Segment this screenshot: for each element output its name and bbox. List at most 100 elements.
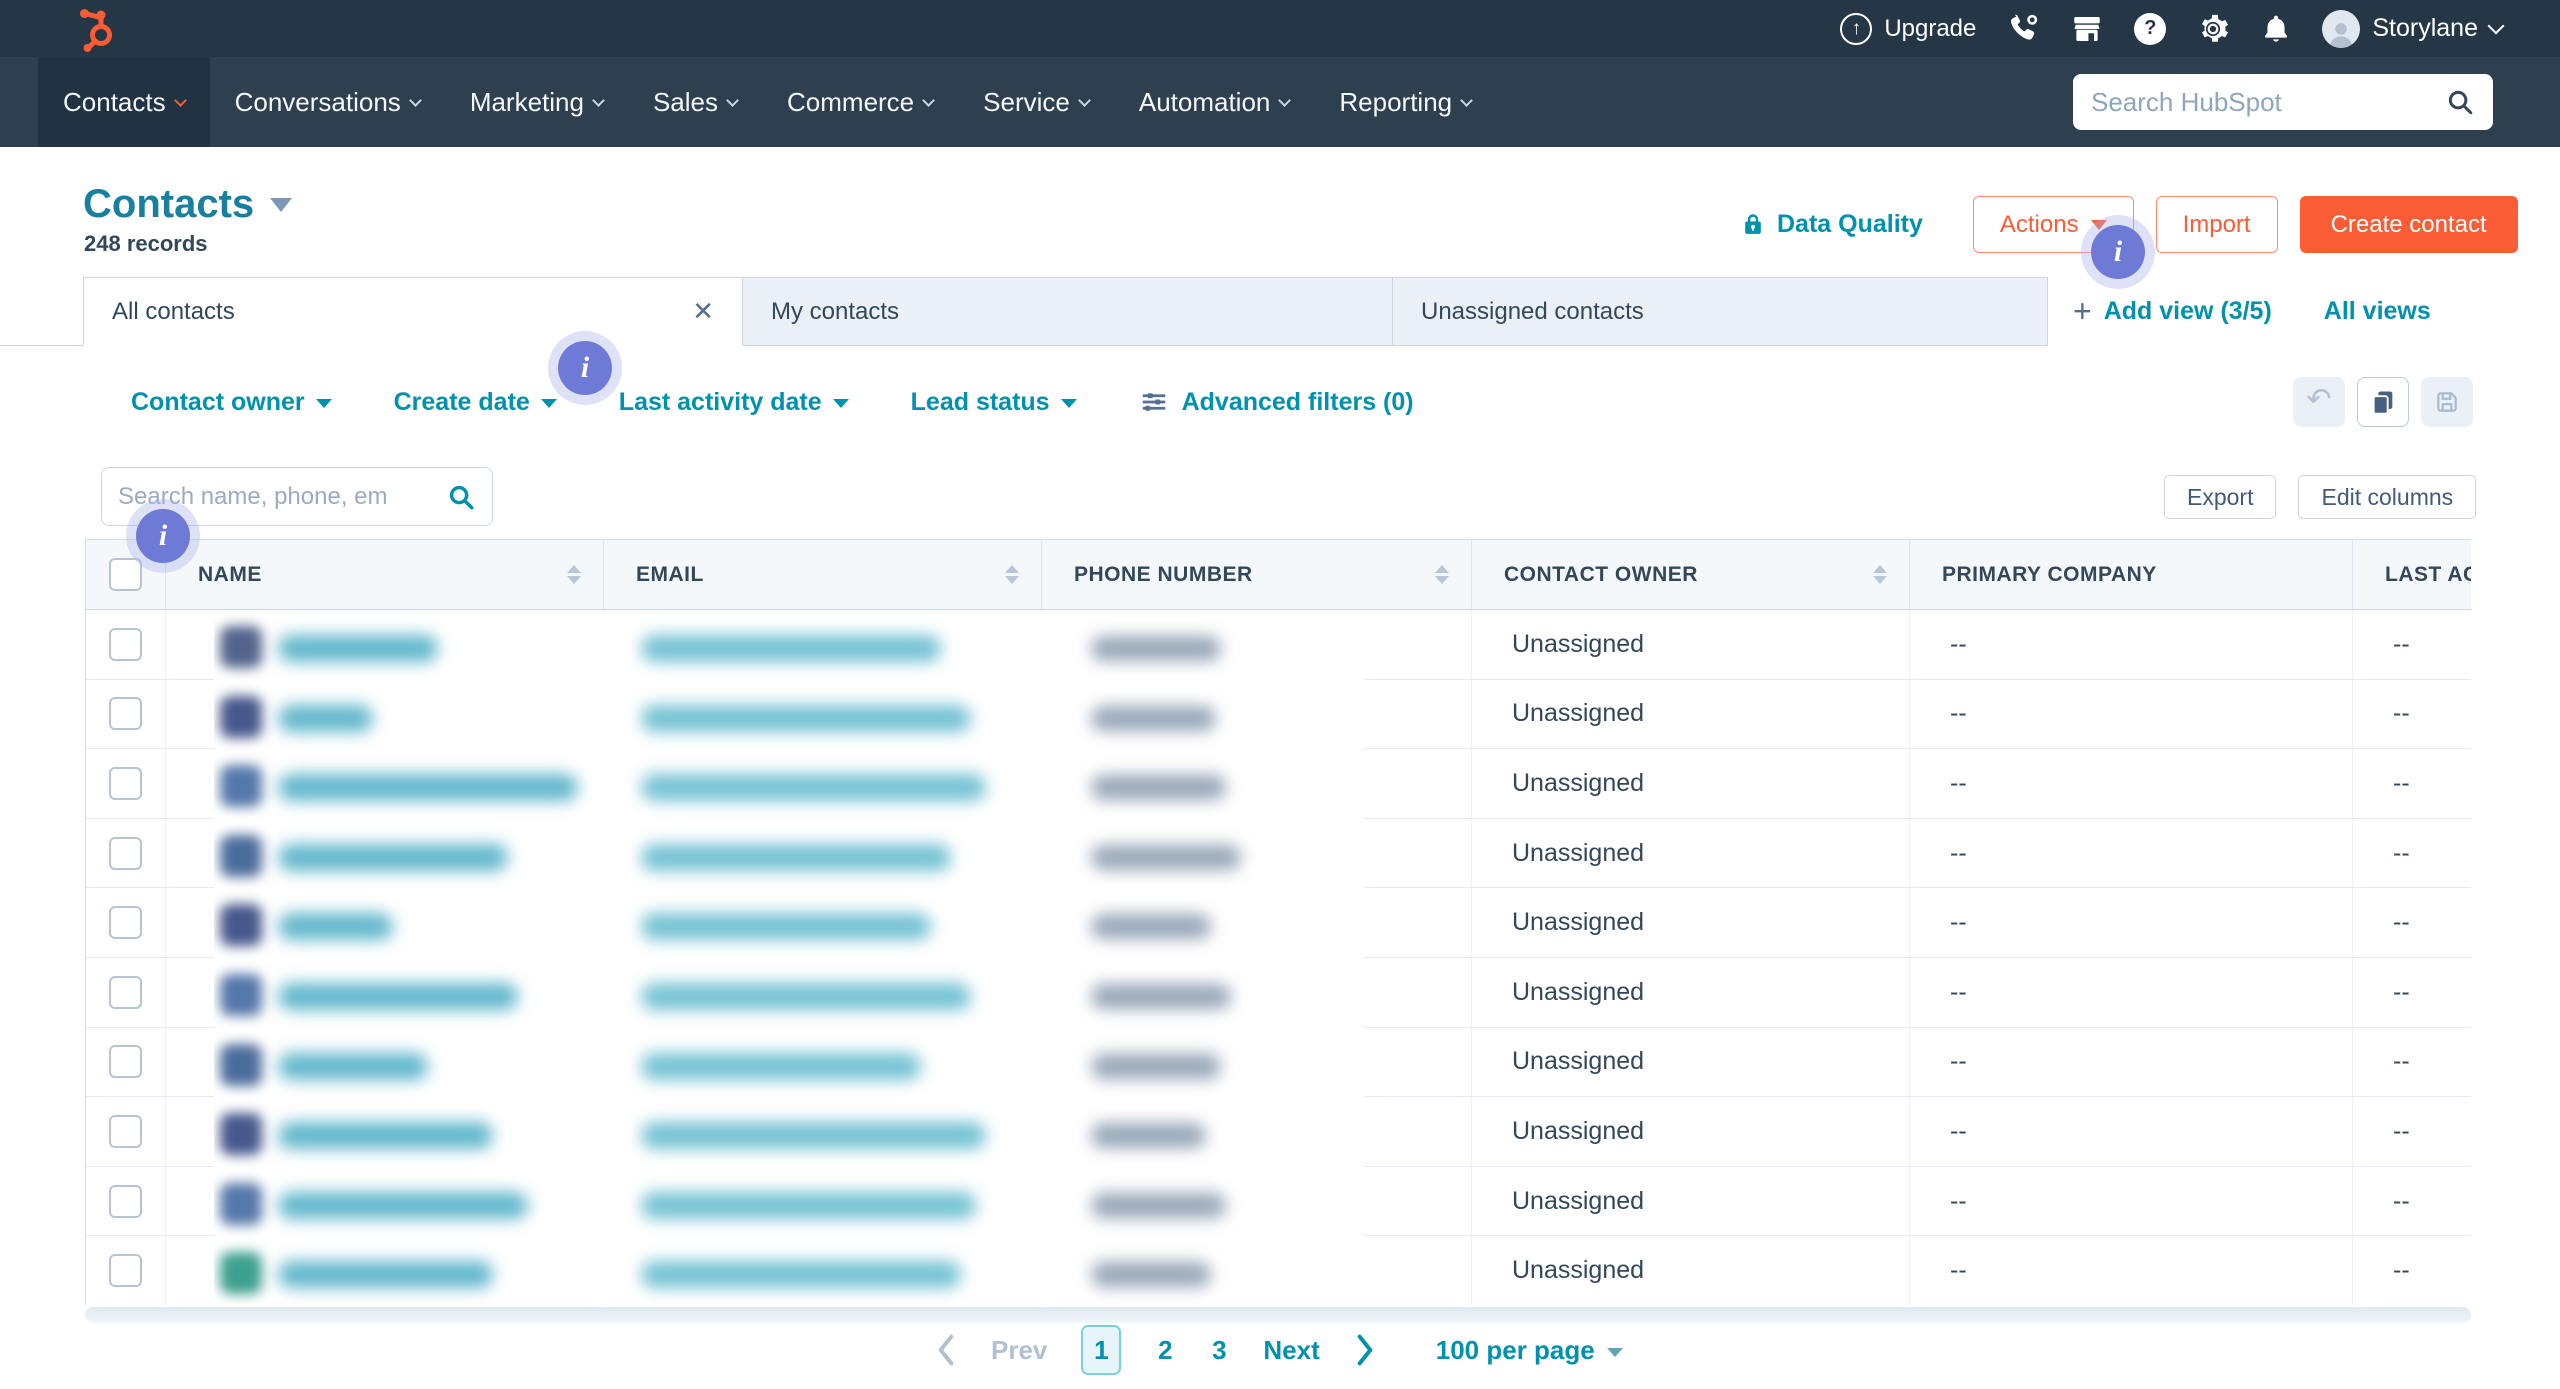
page-number[interactable]: 3: [1209, 1335, 1229, 1366]
save-view-button[interactable]: [2421, 377, 2473, 427]
all-views-link[interactable]: All views: [2324, 297, 2431, 326]
account-name: Storylane: [2372, 14, 2478, 42]
import-label: Import: [2182, 210, 2251, 238]
demo-hotspot-marker[interactable]: i: [136, 509, 190, 563]
row-checkbox[interactable]: [109, 697, 142, 731]
nav-item[interactable]: Contacts: [38, 57, 210, 147]
column-header[interactable]: EMAIL: [604, 540, 1042, 609]
redacted-name: [278, 774, 578, 802]
nav-item[interactable]: Marketing: [445, 57, 628, 147]
demo-hotspot-marker[interactable]: i: [558, 341, 612, 395]
data-quality-link[interactable]: Data Quality: [1739, 210, 1923, 239]
avatar: [220, 904, 262, 947]
plus-icon: +: [2073, 293, 2092, 329]
export-button[interactable]: Export: [2164, 475, 2277, 519]
undo-button[interactable]: ↶: [2293, 377, 2345, 427]
view-links: + Add view (3/5) All views: [2073, 277, 2431, 346]
page-number[interactable]: 1: [1081, 1325, 1122, 1375]
page-title-wrap: Contacts: [83, 182, 293, 227]
row-checkbox[interactable]: [109, 766, 142, 800]
nav-item[interactable]: Reporting: [1314, 57, 1496, 147]
marketplace-icon[interactable]: [2070, 12, 2104, 46]
prev-button[interactable]: Prev: [991, 1335, 1047, 1366]
global-search-input[interactable]: [2091, 86, 2445, 118]
column-header-label: EMAIL: [636, 562, 704, 586]
contact-owner-cell: Unassigned: [1472, 1236, 1910, 1305]
edit-columns-button[interactable]: Edit columns: [2298, 475, 2477, 519]
row-checkbox[interactable]: [109, 1184, 142, 1218]
filter-dropdown[interactable]: Create date: [394, 388, 557, 417]
primary-company-cell: --: [1910, 1097, 2353, 1166]
row-checkbox[interactable]: [109, 627, 142, 661]
filter-dropdown[interactable]: Contact owner: [131, 388, 332, 417]
sort-arrows-icon[interactable]: [1873, 565, 1887, 584]
chevron-right-icon[interactable]: [1354, 1334, 1376, 1366]
nav-item[interactable]: Sales: [628, 57, 762, 147]
account-menu[interactable]: Storylane: [2322, 9, 2505, 48]
row-checkbox[interactable]: [109, 1114, 142, 1148]
sort-arrows-icon[interactable]: [1435, 565, 1449, 584]
search-icon[interactable]: [446, 482, 476, 512]
view-state-buttons: ↶: [2293, 377, 2473, 427]
chevron-down-icon: [592, 93, 605, 107]
column-header[interactable]: PRIMARY COMPANY: [1910, 540, 2353, 609]
last-activity-cell: --: [2393, 1116, 2410, 1145]
advanced-filters-label: Advanced filters (0): [1181, 387, 1414, 416]
column-header[interactable]: CONTACT OWNER: [1472, 540, 1910, 609]
nav-item[interactable]: Automation: [1114, 57, 1315, 147]
filter-bar: Contact owner Create date Last activity …: [131, 377, 1414, 427]
last-activity-cell: --: [2393, 1186, 2410, 1215]
upgrade-button[interactable]: ↑ Upgrade: [1840, 12, 1976, 45]
advanced-filters-link[interactable]: Advanced filters (0): [1139, 387, 1414, 417]
sort-arrows-icon[interactable]: [1005, 565, 1019, 584]
hubspot-logo-icon[interactable]: [74, 6, 120, 52]
close-icon[interactable]: ✕: [662, 296, 714, 327]
export-label: Export: [2187, 483, 2254, 510]
tab-unassigned-contacts[interactable]: Unassigned contacts: [1393, 277, 2048, 346]
notifications-bell-icon[interactable]: [2260, 13, 2292, 45]
nav-item[interactable]: Service: [958, 57, 1114, 147]
help-icon[interactable]: ?: [2134, 12, 2167, 45]
contact-search-input[interactable]: [118, 482, 446, 511]
next-button[interactable]: Next: [1263, 1335, 1319, 1366]
sort-arrows-icon[interactable]: [567, 565, 581, 584]
table-columns: NAME EMAIL PHONE NUMBER CONTACT OWNER PR…: [166, 540, 2471, 609]
select-all-checkbox[interactable]: [109, 558, 142, 591]
add-view-link[interactable]: + Add view (3/5): [2073, 293, 2272, 330]
title-dropdown-icon[interactable]: [270, 197, 293, 212]
chevron-down-icon: [1278, 93, 1292, 107]
redacted-row: [214, 1170, 1364, 1240]
filter-dropdown[interactable]: Lead status: [911, 388, 1077, 417]
row-checkbox[interactable]: [109, 1254, 142, 1288]
phone-call-icon[interactable]: [2006, 12, 2040, 46]
column-header[interactable]: LAST ACT: [2353, 540, 2471, 609]
tab-my-contacts[interactable]: My contacts: [743, 277, 1393, 346]
create-contact-button[interactable]: Create contact: [2299, 196, 2518, 253]
nav-item[interactable]: Commerce: [762, 57, 958, 147]
settings-gear-icon[interactable]: [2196, 12, 2230, 46]
add-view-label: Add view (3/5): [2103, 297, 2272, 325]
nav-item[interactable]: Conversations: [210, 57, 445, 147]
filter-dropdown[interactable]: Last activity date: [619, 388, 849, 417]
table-actions: Export Edit columns: [2164, 475, 2477, 519]
topbar-right-cluster: ↑ Upgrade ? Storylane: [1840, 0, 2505, 57]
column-header[interactable]: PHONE NUMBER: [1042, 540, 1472, 609]
tab-all-contacts[interactable]: All contacts ✕: [83, 277, 743, 346]
row-select-cell: [86, 749, 166, 818]
row-checkbox[interactable]: [109, 975, 142, 1009]
import-button[interactable]: Import: [2155, 196, 2278, 253]
row-checkbox[interactable]: [109, 836, 142, 870]
per-page-select[interactable]: 100 per page: [1436, 1335, 1623, 1366]
row-checkbox[interactable]: [109, 906, 142, 940]
column-header[interactable]: NAME: [166, 540, 604, 609]
page-title[interactable]: Contacts: [83, 182, 254, 227]
chevron-left-icon[interactable]: [935, 1334, 957, 1366]
row-checkbox[interactable]: [109, 1045, 142, 1079]
search-icon[interactable]: [2445, 87, 2475, 117]
clone-view-button[interactable]: [2357, 377, 2409, 427]
redacted-name: [278, 982, 518, 1010]
demo-hotspot-marker[interactable]: i: [2091, 225, 2145, 279]
chevron-down-icon: [832, 399, 849, 408]
redacted-phone: [1091, 775, 1226, 801]
page-number[interactable]: 2: [1155, 1335, 1175, 1366]
